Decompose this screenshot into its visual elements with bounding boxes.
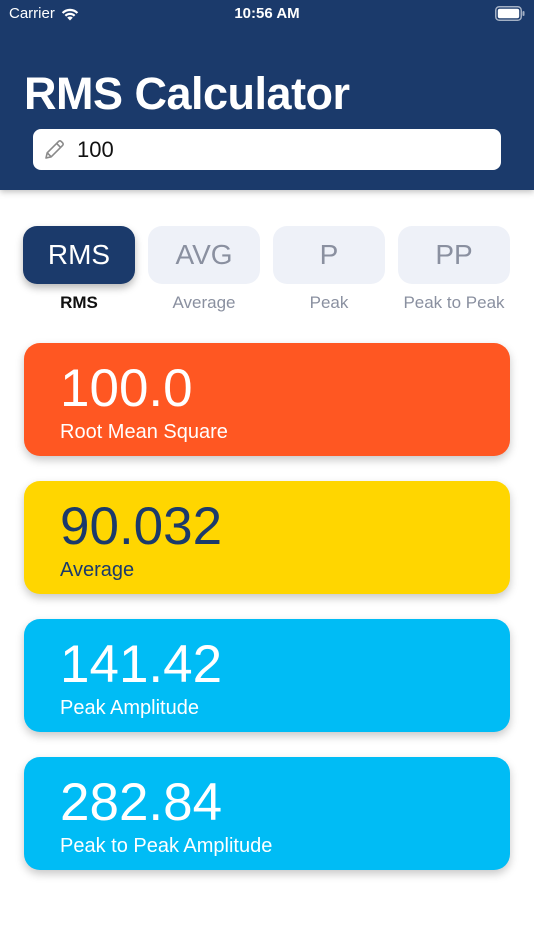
status-bar: Carrier 10:56 AM: [0, 0, 534, 30]
tab-rms-button[interactable]: RMS: [23, 226, 135, 284]
tab-avg-button[interactable]: AVG: [148, 226, 260, 284]
result-value-average: 90.032: [60, 497, 223, 556]
tab-rms-caption: RMS: [60, 293, 98, 312]
result-card-average: 90.032 Average: [24, 481, 510, 594]
value-input[interactable]: [77, 136, 497, 163]
tab-peak-button[interactable]: P: [273, 226, 385, 284]
app-header: Carrier 10:56 AM RMS Calculator: [0, 0, 534, 190]
battery-icon: [495, 6, 525, 21]
tab-peak-to-peak[interactable]: PP Peak to Peak: [398, 226, 510, 313]
result-card-peak-to-peak: 282.84 Peak to Peak Amplitude: [24, 757, 510, 870]
result-label-rms: Root Mean Square: [60, 421, 228, 443]
result-label-peak: Peak Amplitude: [60, 697, 199, 719]
tab-rms[interactable]: RMS RMS: [23, 226, 135, 313]
tab-avg-caption: Average: [172, 293, 236, 312]
result-value-peak-to-peak: 282.84: [60, 773, 223, 832]
mode-tabs: RMS RMS AVG Average P Peak PP Peak to Pe…: [0, 226, 534, 316]
value-input-box[interactable]: [33, 129, 501, 170]
result-label-average: Average: [60, 559, 135, 581]
tab-peak-caption: Peak: [309, 293, 349, 312]
tab-peak-to-peak-caption: Peak to Peak: [403, 293, 505, 312]
status-time: 10:56 AM: [234, 5, 300, 22]
page-title: RMS Calculator: [24, 68, 350, 119]
tab-avg[interactable]: AVG Average: [148, 226, 260, 313]
pencil-icon: [45, 139, 64, 159]
tab-peak[interactable]: P Peak: [273, 226, 385, 313]
result-card-peak: 141.42 Peak Amplitude: [24, 619, 510, 732]
result-card-rms: 100.0 Root Mean Square: [24, 343, 510, 456]
tab-peak-to-peak-button[interactable]: PP: [398, 226, 510, 284]
result-label-peak-to-peak: Peak to Peak Amplitude: [60, 835, 273, 857]
result-value-peak: 141.42: [60, 635, 223, 694]
result-value-rms: 100.0: [60, 359, 193, 418]
